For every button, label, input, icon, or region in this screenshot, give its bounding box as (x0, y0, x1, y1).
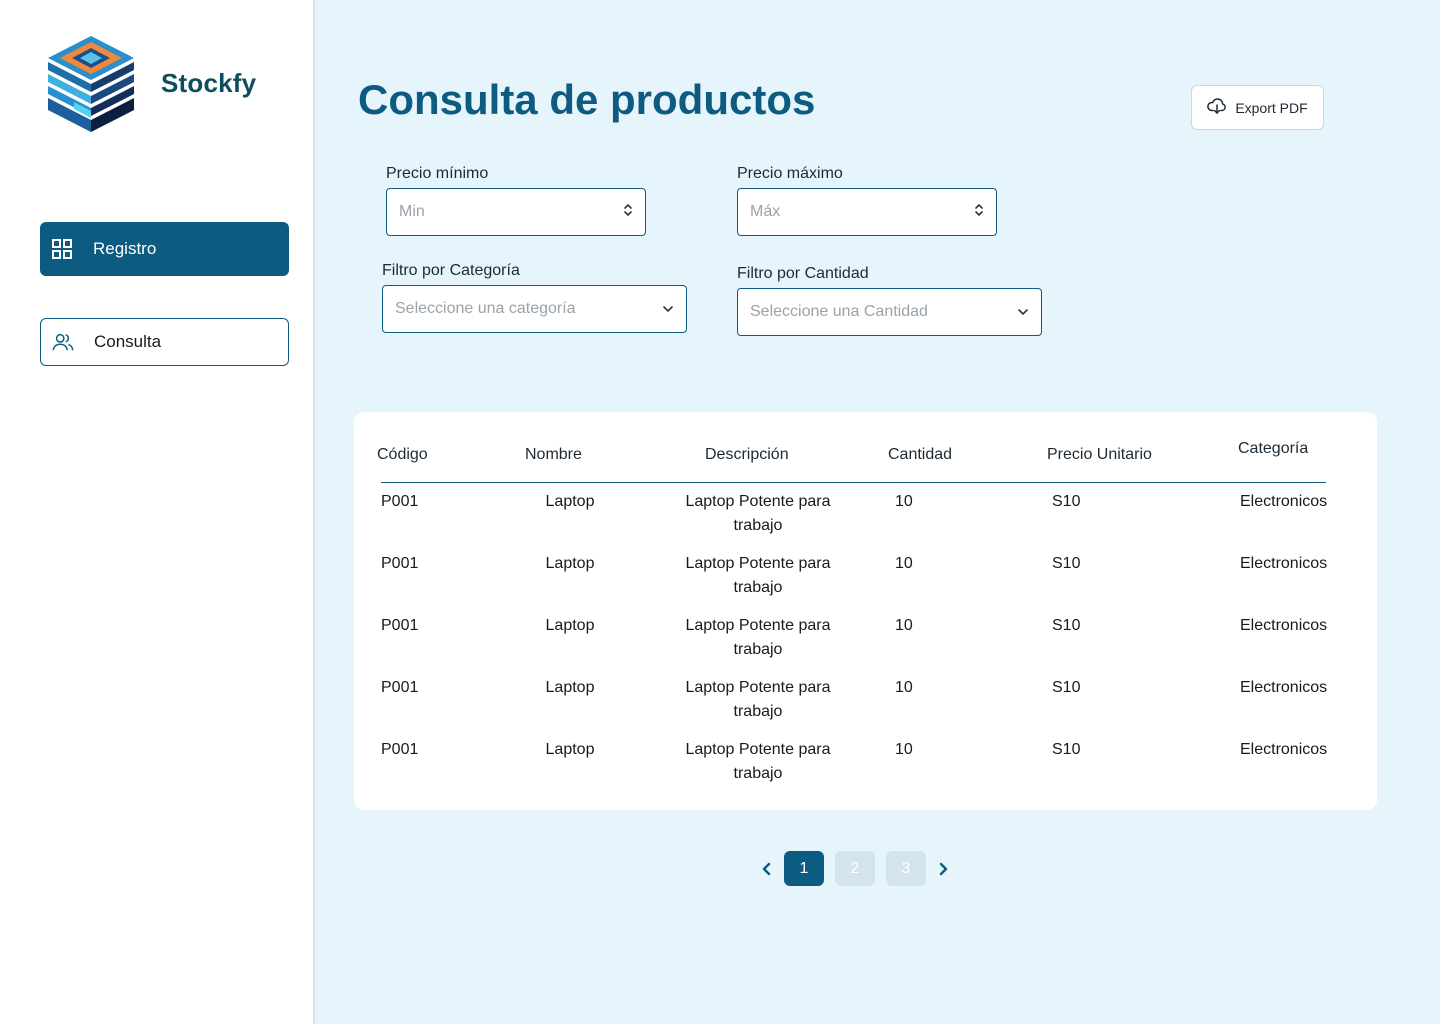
page-button-3[interactable]: 3 (886, 851, 926, 886)
table-cell-price: S10 (1052, 493, 1081, 510)
products-table: Código Nombre Descripción Cantidad Preci… (354, 412, 1377, 810)
page-button-2[interactable]: 2 (835, 851, 875, 886)
column-header-codigo: Código (377, 446, 428, 463)
table-cell-qty: 10 (895, 555, 913, 572)
table-cell-price: S10 (1052, 679, 1081, 696)
table-cell-category: Electronicos (1240, 493, 1328, 510)
table-cell-code: P001 (381, 493, 419, 510)
column-header-cantidad: Cantidad (888, 446, 953, 463)
stockfy-logo-icon (48, 36, 134, 132)
table-cell-descripcion: Laptop Potente para trabajo (668, 552, 848, 600)
previous-page-icon[interactable] (758, 851, 776, 886)
sidebar-item-label: Registro (93, 239, 157, 258)
quantity-filter-label: Filtro por Cantidad (737, 265, 869, 282)
table-cell-code: P001 (381, 555, 419, 572)
cloud-download-icon (1207, 97, 1227, 118)
table-header-divider (381, 482, 1326, 483)
description-line: Laptop Potente para (685, 493, 831, 510)
sidebar-item-consulta[interactable]: Consulta (40, 318, 289, 366)
table-cell-category: Electronicos (1240, 555, 1328, 572)
max-price-placeholder: Máx (750, 203, 781, 220)
table-cell-name: Laptop (545, 617, 595, 634)
next-page-icon[interactable] (934, 851, 952, 886)
table-cell-name: Laptop (545, 493, 595, 510)
page-title: Consulta de productos (358, 76, 816, 123)
sidebar: Stockfy Registro Consulta (0, 0, 315, 1024)
export-pdf-button[interactable]: Export PDF (1191, 85, 1324, 130)
max-price-input[interactable]: Máx (737, 188, 997, 236)
table-cell-qty: 10 (895, 679, 913, 696)
chevron-down-icon (1017, 303, 1029, 321)
column-header-categoria: Categoría (1238, 440, 1309, 457)
page-button-1[interactable]: 1 (784, 851, 824, 886)
table-cell-name: Laptop (545, 555, 595, 572)
table-cell-price: S10 (1052, 555, 1081, 572)
description-line: trabajo (733, 579, 783, 596)
table-cell-descripcion: Laptop Potente para trabajo (668, 738, 848, 786)
table-cell-code: P001 (381, 617, 419, 634)
description-line: trabajo (733, 765, 783, 782)
table-cell-code: P001 (381, 741, 419, 758)
column-header-nombre: Nombre (525, 446, 582, 463)
export-pdf-label: Export PDF (1235, 99, 1308, 116)
table-cell-descripcion: Laptop Potente para trabajo (668, 490, 848, 538)
max-price-label: Precio máximo (737, 165, 843, 182)
table-cell-price: S10 (1052, 617, 1081, 634)
table-cell-category: Electronicos (1240, 679, 1328, 696)
description-line: trabajo (733, 703, 783, 720)
min-price-placeholder: Min (399, 203, 425, 220)
grid-icon (51, 238, 73, 260)
column-header-descripcion: Descripción (705, 446, 789, 463)
description-line: Laptop Potente para (685, 679, 831, 696)
quantity-placeholder: Seleccione una Cantidad (750, 303, 928, 320)
description-line: trabajo (733, 517, 783, 534)
table-cell-category: Electronicos (1240, 617, 1328, 634)
pagination: 1 2 3 (758, 851, 952, 886)
table-cell-category: Electronicos (1240, 741, 1328, 758)
category-filter-label: Filtro por Categoría (382, 262, 520, 279)
table-cell-descripcion: Laptop Potente para trabajo (668, 614, 848, 662)
stepper-icon[interactable] (974, 202, 984, 223)
description-line: trabajo (733, 641, 783, 658)
table-cell-name: Laptop (545, 679, 595, 696)
min-price-input[interactable]: Min (386, 188, 646, 236)
app-name: Stockfy (161, 68, 257, 98)
description-line: Laptop Potente para (685, 617, 831, 634)
sidebar-item-registro[interactable]: Registro (40, 222, 289, 276)
chevron-down-icon (662, 300, 674, 318)
table-cell-price: S10 (1052, 741, 1081, 758)
users-icon (52, 331, 74, 353)
sidebar-item-label: Consulta (94, 332, 162, 351)
category-select[interactable]: Seleccione una categoría (382, 285, 687, 333)
description-line: Laptop Potente para (685, 741, 831, 758)
stepper-icon[interactable] (623, 202, 633, 223)
table-cell-descripcion: Laptop Potente para trabajo (668, 676, 848, 724)
min-price-label: Precio mínimo (386, 165, 489, 182)
table-cell-qty: 10 (895, 617, 913, 634)
table-cell-qty: 10 (895, 741, 913, 758)
table-cell-qty: 10 (895, 493, 913, 510)
description-line: Laptop Potente para (685, 555, 831, 572)
table-cell-code: P001 (381, 679, 419, 696)
table-cell-name: Laptop (545, 741, 595, 758)
quantity-select[interactable]: Seleccione una Cantidad (737, 288, 1042, 336)
column-header-precio-unitario: Precio Unitario (1047, 446, 1152, 463)
category-placeholder: Seleccione una categoría (395, 300, 576, 317)
